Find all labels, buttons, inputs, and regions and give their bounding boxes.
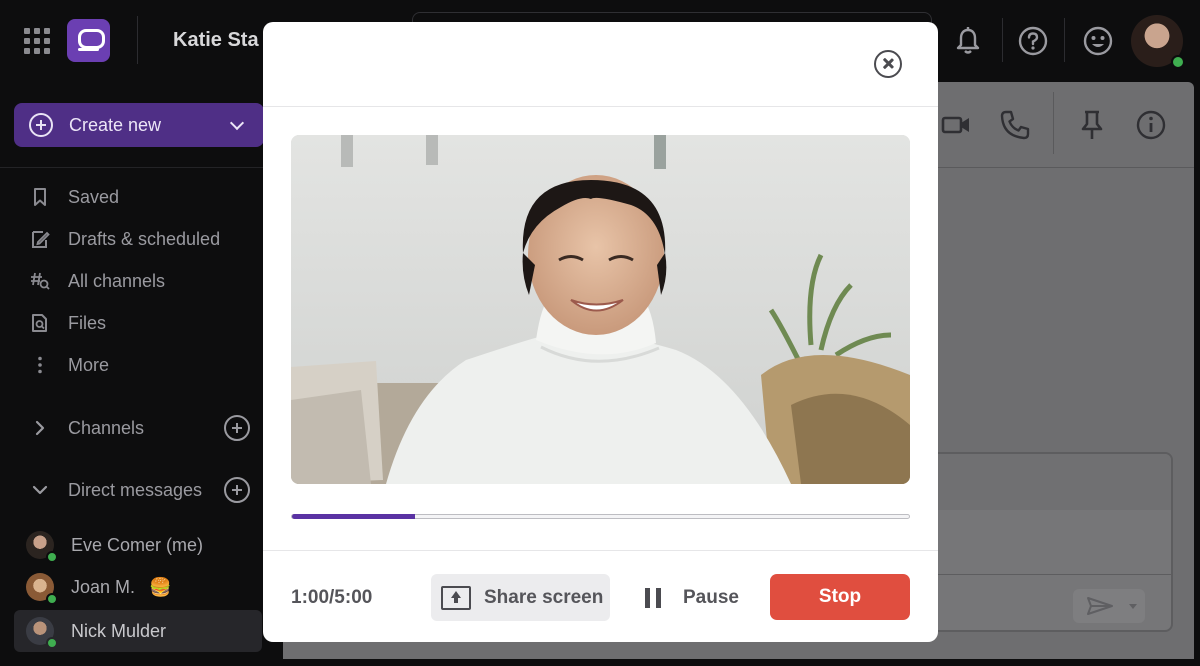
recording-progress-bar (291, 514, 910, 519)
presence-dot (46, 551, 58, 563)
divider (0, 167, 265, 168)
file-search-icon (32, 314, 47, 332)
dm-item-eve-comer[interactable]: Eve Comer (me) (14, 524, 262, 566)
recording-progress-fill (292, 514, 416, 519)
share-screen-icon (441, 585, 471, 610)
chevron-down-icon (32, 485, 48, 495)
camera-feed-image (291, 135, 910, 484)
share-screen-button[interactable]: Share screen (431, 574, 610, 621)
info-icon[interactable] (1134, 108, 1168, 142)
divider (263, 106, 938, 107)
add-channel-button[interactable] (224, 415, 250, 441)
stop-button[interactable]: Stop (770, 574, 910, 620)
share-screen-label: Share screen (484, 586, 604, 608)
pause-button[interactable]: Pause (645, 574, 739, 621)
chevron-right-icon (35, 420, 45, 436)
sidebar-item-files[interactable]: Files (30, 309, 106, 337)
status-emoji: 🍔 (149, 576, 172, 597)
sidebar-item-more[interactable]: More (30, 351, 109, 379)
chevron-down-icon (229, 115, 245, 131)
bookmark-icon (34, 188, 46, 206)
presence-dot (46, 593, 58, 605)
channels-section-toggle[interactable]: Channels (30, 414, 144, 442)
avatar (26, 573, 58, 605)
user-avatar[interactable] (1131, 15, 1185, 69)
pin-icon[interactable] (1075, 108, 1109, 142)
sidebar-item-label: All channels (68, 270, 166, 291)
dm-name: Joan M. (71, 576, 136, 597)
direct-messages-section-toggle[interactable]: Direct messages (30, 476, 202, 504)
close-icon[interactable] (874, 50, 902, 78)
plus-circle-icon (29, 113, 53, 137)
dm-name: Eve Comer (me) (71, 534, 204, 555)
sidebar-item-label: More (68, 354, 110, 375)
workspace-name[interactable]: Katie Sta (173, 29, 259, 52)
help-icon[interactable] (1016, 24, 1050, 58)
composer-toolbar (925, 454, 1171, 510)
sidebar-item-label: Saved (68, 186, 120, 207)
presence-dot (46, 637, 58, 649)
dm-item-nick-mulder[interactable]: Nick Mulder (14, 610, 262, 652)
create-new-button[interactable]: Create new (14, 103, 264, 147)
video-call-icon[interactable] (939, 108, 973, 142)
app-logo-icon[interactable] (67, 19, 110, 62)
create-new-label: Create new (69, 114, 162, 135)
sidebar-item-label: Files (68, 312, 107, 333)
pause-icon (645, 587, 663, 608)
sidebar-item-label: Drafts & scheduled (68, 228, 221, 249)
sidebar-item-all-channels[interactable]: All channels (30, 267, 165, 295)
emoji-icon[interactable] (1081, 24, 1115, 58)
avatar (26, 617, 58, 649)
divider (1064, 18, 1065, 62)
presence-dot (1171, 55, 1185, 69)
sidebar-item-saved[interactable]: Saved (30, 183, 119, 211)
recording-timer: 1:00/5:00 (291, 587, 373, 608)
draft-edit-icon (32, 231, 50, 248)
apps-grid-icon[interactable] (24, 28, 50, 54)
divider (263, 550, 938, 551)
add-direct-message-button[interactable] (224, 477, 250, 503)
divider (1053, 92, 1054, 154)
more-vertical-icon (38, 356, 42, 374)
sidebar: Create new Saved Drafts & scheduled All … (0, 82, 265, 666)
bell-icon[interactable] (951, 24, 985, 58)
divider (137, 16, 138, 64)
divider (925, 574, 1171, 575)
dm-item-joan-m[interactable]: Joan M. 🍔 (14, 566, 262, 608)
dm-name: Nick Mulder (71, 620, 167, 641)
pause-label: Pause (683, 586, 739, 608)
sidebar-item-drafts[interactable]: Drafts & scheduled (30, 225, 220, 253)
send-button[interactable] (1073, 589, 1145, 623)
divider (1002, 18, 1003, 62)
channel-search-icon (31, 272, 50, 290)
channels-section-label: Channels (68, 417, 145, 438)
send-icon (1087, 597, 1137, 615)
avatar (26, 531, 58, 563)
video-preview (291, 135, 910, 484)
direct-messages-section-label: Direct messages (68, 479, 203, 500)
recording-modal: 1:00/5:00 Share screen Pause Stop (263, 22, 938, 642)
phone-call-icon[interactable] (998, 108, 1032, 142)
